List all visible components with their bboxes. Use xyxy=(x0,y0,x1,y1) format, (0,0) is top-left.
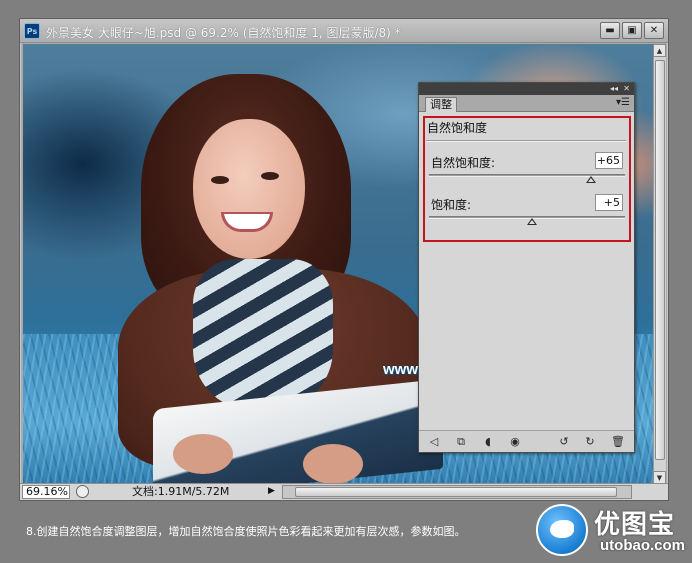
title-bar[interactable]: Ps 外景美女 大眼仔~旭.psd @ 69.2% (自然饱和度 1, 图层蒙版… xyxy=(20,19,668,43)
brand-logo: 优图宝 utobao.com xyxy=(536,500,692,563)
minimize-button[interactable]: ▬ xyxy=(600,22,620,39)
photo-hand-left xyxy=(173,434,233,474)
trash-icon[interactable]: 🗑 xyxy=(611,435,625,448)
document-size: 文档:1.91M/5.72M xyxy=(132,485,230,498)
brand-name: 优图宝 xyxy=(594,510,676,540)
clip-layer-icon[interactable]: ⧉ xyxy=(454,435,468,448)
tutorial-caption: 8.创建自然饱合度调整图层，增加自然饱合度使照片色彩看起来更加有层次感，参数如图… xyxy=(26,525,466,538)
previous-state-icon[interactable]: ↺ xyxy=(557,435,571,448)
vertical-scrollbar[interactable]: ▲ ▼ xyxy=(653,44,666,484)
reset-icon[interactable]: ↻ xyxy=(583,435,597,448)
eye-icon[interactable]: ◉ xyxy=(508,435,522,448)
restore-button[interactable]: ▣ xyxy=(622,22,642,39)
visibility-mask-icon[interactable]: ◖ xyxy=(481,435,495,448)
window-controls: ▬ ▣ ✕ xyxy=(600,22,664,39)
panel-menu-icon[interactable]: ▾☰ xyxy=(616,97,630,108)
close-panel-icon[interactable]: ✕ xyxy=(623,83,630,95)
scroll-up-arrow-icon[interactable]: ▲ xyxy=(653,44,666,57)
photo-hand-right xyxy=(303,444,363,484)
panel-top-bar[interactable]: ◂◂ ✕ xyxy=(419,83,634,95)
photoshop-app-icon: Ps xyxy=(24,23,40,39)
status-menu-arrow-icon[interactable]: ▶ xyxy=(268,486,275,496)
brand-url: utobao.com xyxy=(600,537,685,554)
tab-adjustments[interactable]: 调整 xyxy=(425,97,457,112)
status-info-icon[interactable] xyxy=(76,485,89,498)
vertical-scroll-thumb[interactable] xyxy=(655,60,665,460)
panel-footer: ◁ ⧉ ◖ ◉ ↺ ↻ 🗑 xyxy=(419,430,634,452)
photo-eye-right xyxy=(261,172,279,180)
zoom-input[interactable]: 69.16% xyxy=(22,485,70,499)
horizontal-scroll-thumb[interactable] xyxy=(295,487,617,497)
collapse-panel-icon[interactable]: ◂◂ xyxy=(610,83,618,95)
back-arrow-icon[interactable]: ◁ xyxy=(427,435,441,448)
document-title: 外景美女 大眼仔~旭.psd @ 69.2% (自然饱和度 1, 图层蒙版/8)… xyxy=(46,26,401,40)
horizontal-scrollbar[interactable] xyxy=(282,485,632,499)
bird-logo-icon xyxy=(536,504,588,556)
photo-scarf xyxy=(193,259,333,409)
panel-tab-row: 调整 ▾☰ xyxy=(419,95,634,112)
photo-face xyxy=(193,119,305,259)
highlight-annotation xyxy=(423,116,631,242)
status-bar: 69.16% 文档:1.91M/5.72M ▶ xyxy=(20,483,668,500)
close-button[interactable]: ✕ xyxy=(644,22,664,39)
photo-eye-left xyxy=(211,176,229,184)
